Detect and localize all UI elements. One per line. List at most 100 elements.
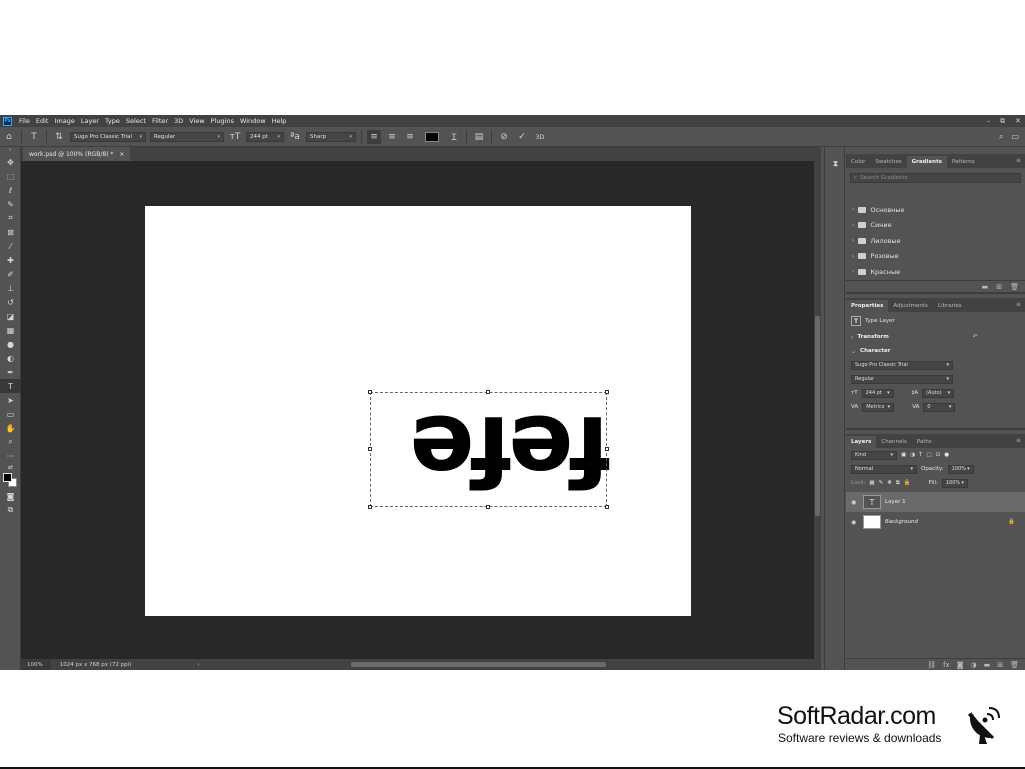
- gradient-tool-icon[interactable]: ▦: [0, 323, 21, 337]
- document-canvas[interactable]: fefe: [145, 206, 691, 616]
- vertical-scrollbar[interactable]: [814, 161, 821, 659]
- screen-mode-icon[interactable]: ⧉: [0, 503, 21, 517]
- anti-alias-select[interactable]: Sharp ▾: [306, 131, 356, 142]
- gradient-folder[interactable]: › Красные: [846, 264, 1025, 280]
- character-font-family-select[interactable]: Sugo Pro Classic Trial ▾: [851, 360, 953, 370]
- blur-tool-icon[interactable]: ●: [0, 337, 21, 351]
- more-tools-icon[interactable]: ···: [0, 449, 21, 463]
- stamp-tool-icon[interactable]: ⊥: [0, 281, 21, 295]
- adjustment-layer-icon[interactable]: ◑: [971, 661, 977, 669]
- link-layers-icon[interactable]: ⛓: [927, 661, 936, 669]
- brush-tool-icon[interactable]: ✐: [0, 267, 21, 281]
- panel-menu-icon[interactable]: ≡: [1016, 437, 1021, 444]
- menu-select[interactable]: Select: [123, 115, 149, 127]
- transform-handle[interactable]: [605, 390, 609, 394]
- transform-bounding-box[interactable]: [368, 390, 609, 509]
- fx-icon[interactable]: fx: [943, 661, 950, 669]
- warp-text-icon[interactable]: Ɪ: [447, 130, 461, 144]
- hand-tool-icon[interactable]: ✋: [0, 421, 21, 435]
- foreground-color-swatch[interactable]: [3, 473, 12, 482]
- eyedropper-tool-icon[interactable]: ⁄: [0, 239, 21, 253]
- text-color-swatch[interactable]: [425, 131, 439, 142]
- tab-paths[interactable]: Paths: [912, 436, 937, 448]
- reset-icon[interactable]: ↶: [973, 334, 978, 340]
- filter-type-icon[interactable]: T: [919, 452, 922, 458]
- character-font-style-select[interactable]: Regular ▾: [851, 374, 953, 384]
- kerning-select[interactable]: Metrics ▾: [862, 402, 895, 412]
- dodge-tool-icon[interactable]: ◐: [0, 351, 21, 365]
- transform-handle[interactable]: [368, 447, 372, 451]
- document-tab[interactable]: work.psd @ 100% (RGB/8) * ×: [23, 147, 131, 161]
- canvas-workspace[interactable]: fefe: [21, 161, 814, 659]
- menu-3d[interactable]: 3D: [171, 115, 186, 127]
- transform-handle[interactable]: [368, 390, 372, 394]
- marquee-tool-icon[interactable]: ⬚: [0, 169, 21, 183]
- menu-edit[interactable]: Edit: [33, 115, 52, 127]
- transform-handle[interactable]: [368, 505, 372, 509]
- pen-tool-icon[interactable]: ✒: [0, 365, 21, 379]
- lock-all-icon[interactable]: 🔒: [904, 480, 911, 486]
- minimize-button[interactable]: –: [987, 117, 991, 125]
- healing-brush-tool-icon[interactable]: ✚: [0, 253, 21, 267]
- menu-filter[interactable]: Filter: [149, 115, 171, 127]
- workspace-icon[interactable]: ▭: [1011, 132, 1019, 142]
- gradient-search-input[interactable]: ⌕ Search Gradients: [850, 173, 1021, 183]
- transform-handle[interactable]: [486, 390, 490, 394]
- home-icon[interactable]: ⌂: [2, 130, 16, 144]
- menu-file[interactable]: File: [16, 115, 33, 127]
- align-center-icon[interactable]: ≡: [385, 130, 399, 144]
- frame-tool-icon[interactable]: ⊠: [0, 225, 21, 239]
- quick-mask-icon[interactable]: ◙: [0, 489, 21, 503]
- tab-gradients[interactable]: Gradients: [906, 156, 947, 168]
- gradient-folder[interactable]: › Лиловые: [846, 233, 1025, 249]
- fill-field[interactable]: 100% ▾: [941, 478, 968, 488]
- font-size-select[interactable]: 244 pt ▾: [246, 131, 284, 142]
- eraser-tool-icon[interactable]: ◪: [0, 309, 21, 323]
- character-section[interactable]: ⌄ Character: [846, 344, 1025, 358]
- menu-view[interactable]: View: [186, 115, 207, 127]
- add-mask-icon[interactable]: ◙: [957, 661, 964, 669]
- close-icon[interactable]: ×: [119, 151, 124, 158]
- new-gradient-icon[interactable]: ⊞: [996, 283, 1002, 291]
- tab-libraries[interactable]: Libraries: [933, 300, 967, 312]
- layer-row[interactable]: ◉ Background 🔒: [846, 512, 1025, 532]
- new-group-icon[interactable]: ▬: [982, 283, 989, 291]
- restore-button[interactable]: ⧉: [1000, 117, 1005, 126]
- transform-handle[interactable]: [486, 505, 490, 509]
- path-select-tool-icon[interactable]: ➤: [0, 393, 21, 407]
- transform-section[interactable]: › Transform ↶: [846, 330, 1025, 344]
- tab-patterns[interactable]: Patterns: [947, 156, 980, 168]
- filter-shape-icon[interactable]: ▢: [926, 452, 931, 458]
- type-tool-icon[interactable]: T: [0, 379, 21, 393]
- delete-icon[interactable]: 🗑: [1010, 283, 1019, 291]
- opacity-field[interactable]: 100% ▾: [947, 464, 974, 474]
- text-orientation-icon[interactable]: ⇅: [52, 130, 66, 144]
- horizontal-scroll-thumb[interactable]: [351, 662, 606, 667]
- leading-select[interactable]: (Auto) ▾: [922, 388, 955, 398]
- gradient-folder[interactable]: › Основные: [846, 202, 1025, 218]
- tab-channels[interactable]: Channels: [876, 436, 911, 448]
- vertical-scroll-thumb[interactable]: [815, 316, 820, 516]
- history-brush-tool-icon[interactable]: ↺: [0, 295, 21, 309]
- lasso-tool-icon[interactable]: ℓ: [0, 183, 21, 197]
- zoom-level-field[interactable]: 100%: [21, 659, 50, 670]
- zoom-tool-icon[interactable]: ⌕: [0, 435, 21, 449]
- 3d-button[interactable]: 3D: [533, 130, 547, 144]
- filter-adjustment-icon[interactable]: ◑: [910, 452, 915, 458]
- filter-toggle-icon[interactable]: ●: [944, 452, 949, 458]
- eye-icon[interactable]: ◉: [851, 519, 859, 526]
- character-panel-icon[interactable]: ▤: [472, 130, 486, 144]
- swap-colors-icon[interactable]: ⇄: [0, 463, 21, 471]
- status-menu-arrow[interactable]: ›: [197, 662, 199, 668]
- move-tool-icon[interactable]: ✥: [0, 155, 21, 169]
- blend-mode-select[interactable]: Normal ▾: [851, 464, 917, 474]
- panel-menu-icon[interactable]: ≡: [1016, 157, 1021, 164]
- quick-select-tool-icon[interactable]: ✎: [0, 197, 21, 211]
- layer-filter-select[interactable]: Kind ▾: [851, 450, 897, 460]
- tab-adjustments[interactable]: Adjustments: [888, 300, 932, 312]
- gradient-folder[interactable]: › Розовые: [846, 249, 1025, 265]
- history-panel-icon[interactable]: ⧗: [825, 157, 846, 171]
- new-group-icon[interactable]: ▬: [984, 661, 991, 669]
- tab-color[interactable]: Color: [846, 156, 870, 168]
- panel-grip[interactable]: »: [0, 147, 20, 155]
